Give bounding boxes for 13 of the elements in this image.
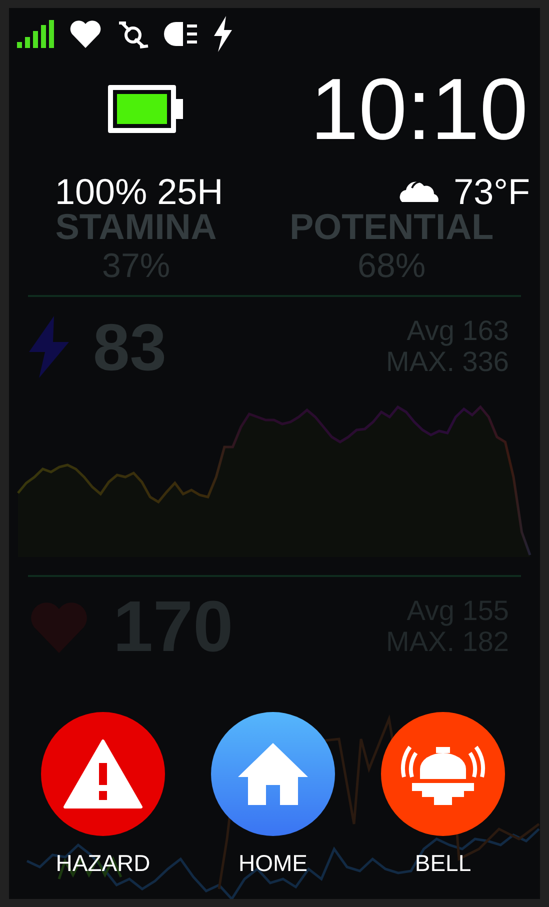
sensor-icon — [116, 19, 150, 49]
bolt-icon — [212, 16, 234, 52]
bolt-icon — [29, 316, 69, 378]
signal-icon — [17, 20, 55, 48]
battery-reading: 100% 25H — [55, 171, 224, 213]
clock-time: 10:10 — [310, 66, 528, 152]
warning-icon — [63, 739, 143, 809]
heart-icon — [69, 20, 102, 48]
bell-icon — [398, 743, 488, 805]
home-icon — [238, 743, 308, 805]
headlight-icon — [164, 21, 198, 47]
temperature: 73°F — [454, 171, 530, 213]
battery-icon — [108, 85, 183, 133]
